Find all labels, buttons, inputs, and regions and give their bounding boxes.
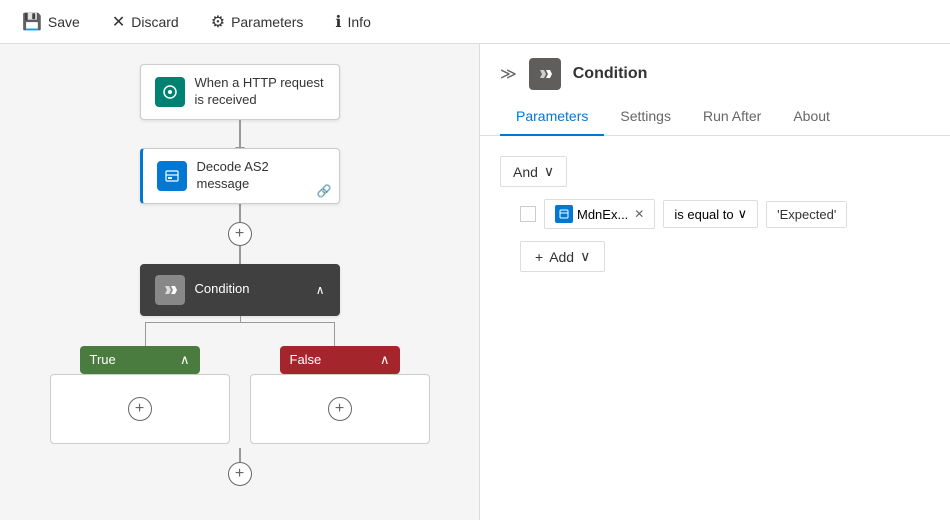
info-button[interactable]: ℹ Info [329, 8, 376, 36]
parameters-label: Parameters [231, 14, 303, 30]
true-branch-box: + [50, 374, 230, 444]
panel-content: And ∨ MdnEx... ✕ is equal [480, 136, 950, 520]
tab-parameters[interactable]: Parameters [500, 98, 604, 136]
false-branch-box: + [250, 374, 430, 444]
condition-left: Condition [155, 275, 250, 305]
add-chevron-icon: ∨ [580, 248, 590, 265]
decode-node[interactable]: Decode AS2 message [140, 148, 340, 204]
branch-connector [50, 316, 430, 346]
add-plus-icon: + [535, 249, 543, 265]
panel-icon [529, 58, 561, 90]
discard-icon: ✕ [112, 12, 125, 32]
main-container: When a HTTP request is received Decode A… [0, 44, 950, 520]
parameters-button[interactable]: ⚙ Parameters [205, 8, 310, 36]
false-branch-header[interactable]: False ∧ [280, 346, 400, 374]
http-trigger-node[interactable]: When a HTTP request is received [140, 64, 340, 120]
true-branch-header[interactable]: True ∧ [80, 346, 200, 374]
true-branch-label: True [90, 352, 116, 367]
condition-collapse-icon[interactable]: ∧ [316, 283, 325, 297]
false-branch-collapse-icon: ∧ [380, 352, 390, 368]
save-button[interactable]: 💾 Save [16, 8, 86, 36]
tabs: Parameters Settings Run After About [480, 98, 950, 136]
add-condition-button[interactable]: + Add ∨ [520, 241, 605, 272]
and-label: And [513, 164, 538, 180]
decode-icon [157, 161, 187, 191]
chip-close-icon[interactable]: ✕ [634, 207, 644, 221]
condition-value: 'Expected' [766, 201, 847, 228]
add-label: Add [549, 249, 574, 265]
expand-panel-icon[interactable]: ≫ [500, 64, 517, 84]
condition-label: Condition [195, 281, 250, 298]
operator-chevron-icon: ∨ [738, 206, 748, 222]
condition-row: MdnEx... ✕ is equal to ∨ 'Expected' [520, 199, 930, 229]
condition-operator[interactable]: is equal to ∨ [663, 200, 758, 228]
branches: True ∧ + False ∧ + [20, 346, 459, 444]
http-trigger-icon [155, 77, 185, 107]
discard-button[interactable]: ✕ Discard [106, 8, 185, 36]
toolbar: 💾 Save ✕ Discard ⚙ Parameters ℹ Info [0, 0, 950, 44]
tab-settings[interactable]: Settings [604, 98, 687, 136]
arrow-1 [239, 120, 241, 148]
false-branch: False ∧ + [250, 346, 430, 444]
condition-node[interactable]: Condition ∧ [140, 264, 340, 316]
tab-run-after[interactable]: Run After [687, 98, 777, 136]
flow-wrapper: When a HTTP request is received Decode A… [20, 64, 459, 486]
false-branch-label: False [290, 352, 322, 367]
save-label: Save [48, 14, 80, 30]
and-dropdown[interactable]: And ∨ [500, 156, 567, 187]
info-label: Info [348, 14, 371, 30]
condition-header: Condition ∧ [155, 275, 325, 305]
condition-icon [155, 275, 185, 305]
http-trigger-label: When a HTTP request is received [195, 75, 325, 109]
true-branch-collapse-icon: ∧ [180, 352, 190, 368]
true-branch: True ∧ + [50, 346, 230, 444]
true-branch-add-button[interactable]: + [128, 397, 152, 421]
tab-about[interactable]: About [777, 98, 846, 136]
discard-label: Discard [131, 14, 178, 30]
decode-label: Decode AS2 message [197, 159, 325, 193]
false-branch-add-button[interactable]: + [328, 397, 352, 421]
add-step-button-bottom[interactable]: + [228, 462, 252, 486]
chip-label: MdnEx... [577, 207, 628, 222]
info-icon: ℹ [335, 12, 341, 32]
parameters-icon: ⚙ [211, 12, 225, 32]
save-icon: 💾 [22, 12, 42, 32]
condition-chip[interactable]: MdnEx... ✕ [544, 199, 655, 229]
chip-icon [555, 205, 573, 223]
condition-checkbox[interactable] [520, 206, 536, 222]
and-chevron-icon: ∨ [544, 163, 554, 180]
add-step-button-1[interactable]: + [228, 222, 252, 246]
operator-label: is equal to [674, 207, 733, 222]
flow-canvas: When a HTTP request is received Decode A… [0, 44, 480, 520]
right-panel: ≫ Condition Parameters Settings Run Afte… [480, 44, 950, 520]
link-icon: 🔗 [317, 184, 332, 198]
panel-title: Condition [573, 65, 648, 83]
decode-node-wrapper: Decode AS2 message 🔗 [140, 148, 340, 204]
